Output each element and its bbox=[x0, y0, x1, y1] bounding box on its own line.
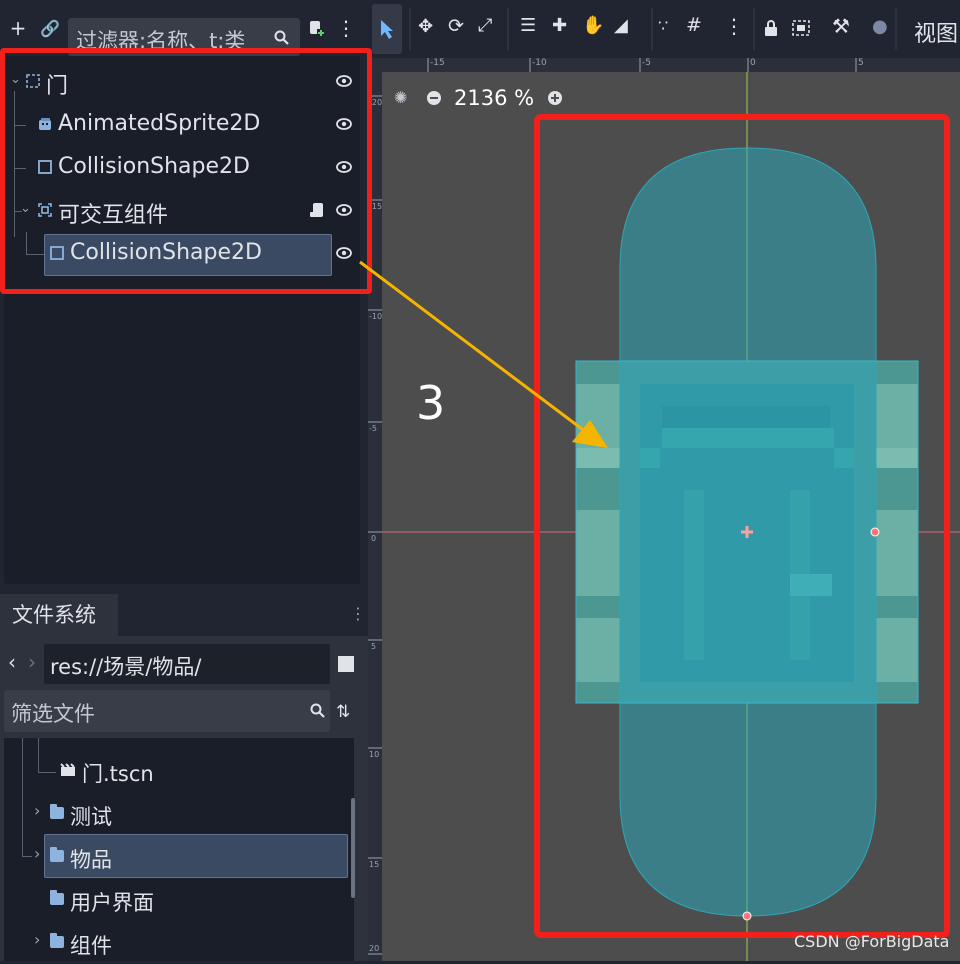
zoom-reset-icon[interactable]: ✺ bbox=[394, 88, 407, 107]
file-item-label: 门.tscn bbox=[82, 762, 154, 786]
chevron-right-icon[interactable]: › bbox=[34, 930, 40, 949]
back-icon[interactable]: ‹ bbox=[8, 650, 16, 674]
folder-item-label: 物品 bbox=[70, 848, 112, 872]
ruler-label: 15 bbox=[369, 860, 380, 869]
pivot-icon[interactable]: ✚ bbox=[552, 15, 567, 36]
search-icon bbox=[274, 30, 289, 45]
scene-toolbar: + 🔗 过滤器:名称、t:类 ⋮ bbox=[0, 8, 368, 56]
folder-item-items[interactable]: › 物品 bbox=[4, 834, 354, 878]
folder-item-label: 用户界面 bbox=[70, 891, 154, 915]
watermark: CSDN @ForBigData bbox=[794, 932, 950, 951]
camera-override-icon[interactable]: ● bbox=[872, 16, 888, 37]
split-mode-icon[interactable] bbox=[338, 656, 354, 672]
view-menu-button[interactable]: 视图 bbox=[914, 16, 958, 48]
folder-item-label: 测试 bbox=[70, 805, 112, 829]
ruler-label: 5 bbox=[858, 58, 864, 68]
forward-icon[interactable]: › bbox=[28, 650, 36, 674]
chevron-right-icon[interactable]: › bbox=[34, 844, 40, 863]
ruler-label: -5 bbox=[642, 58, 651, 68]
path-text: res://场景/物品/ bbox=[50, 655, 202, 679]
folder-icon bbox=[50, 933, 64, 948]
viewport-toolbar: ✥ ⟳ ⤢ ☰ ✚ ✋ ◢ ∵ # ⋮ ⚒ ● 视图 bbox=[368, 0, 960, 58]
scene-file-icon bbox=[60, 763, 75, 776]
file-filter-input[interactable]: 筛选文件 bbox=[4, 690, 330, 732]
zoom-out-icon[interactable] bbox=[426, 90, 442, 106]
ruler-label: 0 bbox=[371, 534, 377, 543]
ruler-label: -10 bbox=[369, 312, 383, 321]
ruler-label: 0 bbox=[750, 58, 756, 68]
script-add-icon bbox=[310, 21, 325, 37]
ruler-label: 5 bbox=[371, 642, 377, 651]
bone-icon[interactable]: ⚒ bbox=[832, 14, 850, 38]
move-mode-icon[interactable]: ✥ bbox=[418, 16, 433, 37]
snap-options-icon[interactable]: ⋮ bbox=[724, 14, 744, 38]
folder-icon bbox=[50, 847, 64, 862]
ruler-label: -10 bbox=[532, 58, 547, 68]
file-item-door-tscn[interactable]: 门.tscn bbox=[4, 750, 354, 792]
folder-item-components[interactable]: › 组件 bbox=[4, 922, 354, 964]
viewport-canvas bbox=[368, 58, 960, 961]
link-icon: 🔗 bbox=[40, 18, 60, 38]
sort-icon[interactable]: ⇅ bbox=[336, 702, 350, 722]
tab-filesystem[interactable]: 文件系统 bbox=[0, 594, 118, 636]
list-select-icon[interactable]: ☰ bbox=[520, 15, 536, 36]
add-node-button[interactable]: + bbox=[6, 8, 30, 48]
kebab-icon: ⋮ bbox=[336, 16, 356, 40]
grid-snap-icon[interactable]: # bbox=[686, 14, 702, 36]
plus-icon: + bbox=[9, 16, 27, 40]
ruler-label: -15 bbox=[430, 58, 445, 68]
ruler-label: 10 bbox=[369, 750, 380, 759]
annotation-number: 3 bbox=[416, 376, 446, 430]
scale-mode-icon[interactable]: ⤢ bbox=[478, 15, 492, 36]
zoom-in-icon[interactable] bbox=[547, 90, 563, 106]
attach-script-button[interactable] bbox=[304, 8, 328, 48]
file-tree: 门.tscn › 测试 › 物品 用户界面 › 组件 bbox=[4, 738, 355, 964]
folder-item-test[interactable]: › 测试 bbox=[4, 793, 354, 835]
ruler-label: 20 bbox=[369, 944, 380, 953]
folder-icon bbox=[50, 804, 64, 819]
group-icon[interactable] bbox=[792, 20, 810, 36]
rotate-mode-icon[interactable]: ⟳ bbox=[448, 15, 464, 37]
filesystem-panel: ‹ › res://场景/物品/ 筛选文件 ⇅ 门.tscn › 测试 › 物品… bbox=[0, 636, 368, 961]
file-filter-placeholder: 筛选文件 bbox=[11, 702, 95, 726]
annotation-box bbox=[0, 48, 372, 294]
smart-snap-icon[interactable]: ∵ bbox=[658, 16, 668, 35]
tab-label: 文件系统 bbox=[12, 603, 96, 627]
chevron-right-icon[interactable]: › bbox=[34, 801, 40, 820]
ruler-icon[interactable]: ◢ bbox=[614, 15, 628, 36]
search-icon bbox=[310, 703, 325, 718]
folder-icon bbox=[50, 890, 64, 905]
canvas-viewport[interactable]: -15 -10 -5 0 5 -20 -15 -10 -5 0 5 10 15 … bbox=[368, 58, 960, 961]
folder-item-label: 组件 bbox=[70, 934, 112, 958]
zoom-level[interactable]: 2136 % bbox=[454, 86, 534, 110]
dock-menu-icon[interactable]: ⋮ bbox=[350, 604, 366, 623]
scrollbar[interactable] bbox=[351, 798, 355, 898]
folder-item-ui[interactable]: 用户界面 bbox=[4, 879, 354, 921]
ruler-label: -5 bbox=[369, 424, 377, 433]
scene-menu-button[interactable]: ⋮ bbox=[334, 8, 358, 48]
instance-scene-button[interactable]: 🔗 bbox=[38, 8, 62, 48]
path-input[interactable]: res://场景/物品/ bbox=[44, 644, 330, 684]
lock-icon[interactable] bbox=[764, 20, 778, 36]
pan-hand-icon[interactable]: ✋ bbox=[582, 15, 604, 36]
